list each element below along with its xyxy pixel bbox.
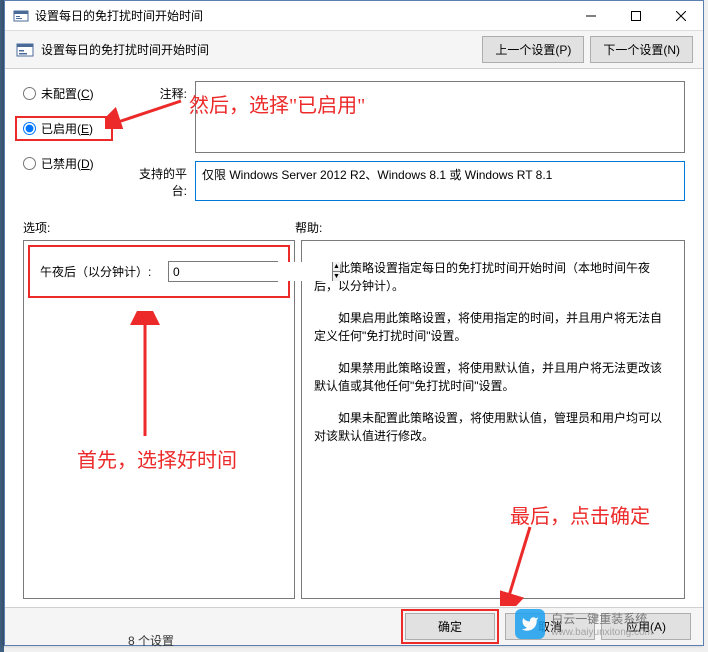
policy-title: 设置每日的免打扰时间开始时间: [41, 41, 482, 58]
spinner-up-button[interactable]: ▲: [333, 262, 340, 272]
platform-textbox[interactable]: 仅限 Windows Server 2012 R2、Windows 8.1 或 …: [195, 161, 685, 201]
prev-setting-button[interactable]: 上一个设置(P): [482, 36, 584, 63]
midnight-minutes-input[interactable]: [169, 262, 332, 281]
app-icon: [13, 8, 29, 24]
midnight-minutes-label: 午夜后（以分钟计）:: [40, 263, 168, 280]
background-hint: 8 个设置: [128, 632, 174, 649]
midnight-minutes-spinner[interactable]: ▲ ▼: [168, 261, 278, 282]
bottom-button-bar: 确定 取消 应用(A): [5, 607, 703, 645]
help-panel[interactable]: 此策略设置指定每日的免打扰时间开始时间（本地时间午夜后，以分钟计）。 如果启用此…: [301, 240, 685, 599]
policy-icon: [15, 40, 35, 60]
help-section-label: 帮助:: [295, 219, 685, 236]
help-text: 如果禁用此策略设置，将使用默认值，并且用户将无法更改该默认值或其他任何"免打扰时…: [314, 359, 672, 395]
window-title: 设置每日的免打扰时间开始时间: [35, 7, 568, 24]
spinner-down-button[interactable]: ▼: [333, 272, 340, 281]
radio-enabled[interactable]: [23, 122, 36, 135]
radio-disabled[interactable]: [23, 157, 36, 170]
toolbar: 设置每日的免打扰时间开始时间 上一个设置(P) 下一个设置(N): [5, 31, 703, 69]
comment-label: 注释:: [125, 81, 195, 102]
radio-not-configured[interactable]: [23, 87, 36, 100]
platform-label: 支持的平台:: [125, 161, 195, 199]
help-text: 此策略设置指定每日的免打扰时间开始时间（本地时间午夜后，以分钟计）。: [314, 259, 672, 295]
maximize-button[interactable]: [613, 1, 658, 31]
cancel-button[interactable]: 取消: [505, 613, 595, 640]
state-radio-group: 未配置(C) 已启用(E) 已禁用(D): [23, 81, 113, 172]
radio-not-configured-label[interactable]: 未配置(C): [41, 85, 94, 102]
apply-button[interactable]: 应用(A): [601, 613, 691, 640]
options-panel: 午夜后（以分钟计）: ▲ ▼: [23, 240, 295, 599]
radio-enabled-label[interactable]: 已启用(E): [41, 120, 93, 137]
comment-textbox[interactable]: [195, 81, 685, 153]
options-section-label: 选项:: [23, 219, 295, 236]
next-setting-button[interactable]: 下一个设置(N): [590, 36, 693, 63]
dialog-window: 设置每日的免打扰时间开始时间 设置每日的免打扰时间开始时间 上一个设置(P) 下…: [4, 0, 704, 646]
help-text: 如果启用此策略设置，将使用指定的时间，并且用户将无法自定义任何"免打扰时间"设置…: [314, 309, 672, 345]
help-text: 如果未配置此策略设置，将使用默认值，管理员和用户均可以对该默认值进行修改。: [314, 409, 672, 445]
close-button[interactable]: [658, 1, 703, 31]
minimize-button[interactable]: [568, 1, 613, 31]
ok-button[interactable]: 确定: [405, 613, 495, 640]
titlebar: 设置每日的免打扰时间开始时间: [5, 1, 703, 31]
radio-disabled-label[interactable]: 已禁用(D): [41, 155, 94, 172]
